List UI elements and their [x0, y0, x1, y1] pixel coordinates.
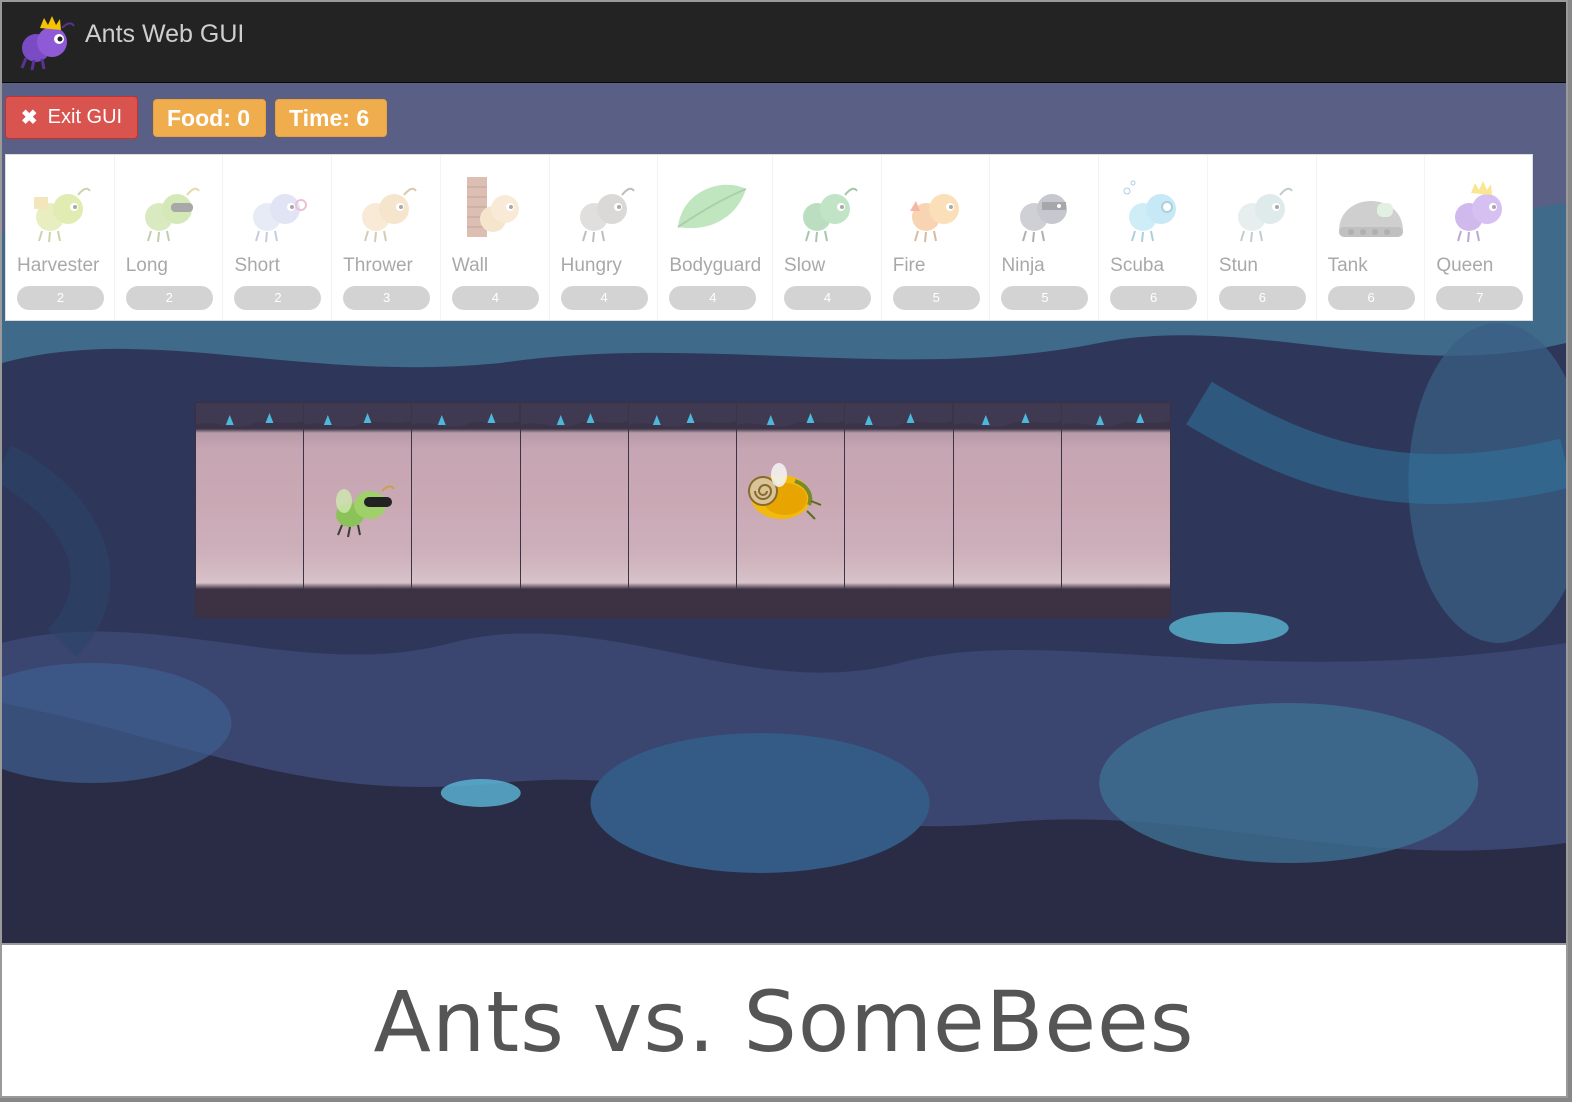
long-thrower-ant-icon	[144, 187, 200, 243]
ant-card-harvester[interactable]: Harvester 2	[6, 155, 115, 320]
ant-name: Queen	[1436, 255, 1494, 276]
ant-card-wall[interactable]: Wall 4	[441, 155, 550, 320]
ant-cost-badge: 3	[343, 286, 431, 310]
tunnel-place[interactable]	[520, 403, 629, 617]
ant-cost-badge: 4	[784, 286, 872, 310]
crystal-ceiling	[196, 403, 304, 427]
ninja-ant-icon	[1020, 194, 1068, 243]
ant-name: Thrower	[343, 255, 413, 276]
ant-name: Ninja	[1001, 255, 1045, 276]
ant-name: Stun	[1218, 255, 1258, 276]
tunnel-place[interactable]	[1061, 403, 1170, 617]
bodyguard-leaf-icon	[677, 184, 747, 229]
ant-card-long[interactable]: Long 2	[115, 155, 224, 320]
caption-title: Ants vs. SomeBees	[373, 973, 1195, 1071]
close-icon: ✖	[20, 107, 38, 129]
ant-card-ninja[interactable]: Ninja 5	[990, 155, 1100, 320]
ant-card-thrower[interactable]: Thrower 3	[332, 155, 441, 320]
crystal-ceiling	[520, 403, 628, 427]
bee-icon[interactable]	[739, 461, 823, 525]
ant-name: Tank	[1327, 255, 1368, 276]
navbar: Ants Web GUI	[2, 2, 1566, 83]
ant-cost-badge: 6	[1327, 286, 1415, 310]
queen-ant-logo-icon[interactable]	[14, 12, 78, 76]
ant-card-stun[interactable]: Stun 6	[1208, 155, 1317, 320]
tunnel-place[interactable]	[845, 403, 954, 617]
crystal-ceiling	[628, 403, 737, 427]
ant-name: Wall	[451, 255, 489, 276]
game-area: ✖ Exit GUI Food: 0 Time: 6 Harvester 2 L…	[2, 83, 1566, 943]
stun-ant-icon	[1237, 187, 1293, 243]
ant-card-tank[interactable]: Tank 6	[1317, 155, 1426, 320]
crystal-ceiling	[737, 403, 845, 427]
ant-card-queen[interactable]: Queen 7	[1425, 155, 1532, 320]
ant-cost-badge: 6	[1110, 286, 1198, 310]
ant-card-scuba[interactable]: Scuba 6	[1099, 155, 1208, 320]
ant-card-hungry[interactable]: Hungry 4	[550, 155, 659, 320]
app-frame: Ants Web GUI ✖ Exit GUI Food: 0 Time: 6	[0, 0, 1568, 1098]
ant-name: Short	[234, 255, 280, 276]
app-title: Ants Web GUI	[85, 20, 245, 48]
ant-cost-badge: 4	[669, 286, 757, 310]
ant-selector-tray: Harvester 2 Long 2 Short 2 Thrower 3 Wal…	[5, 154, 1533, 321]
tunnel-place[interactable]	[628, 403, 738, 617]
ant-cost-badge: 2	[125, 286, 213, 310]
ant-cost-badge: 5	[892, 286, 980, 310]
food-badge: Food: 0	[153, 99, 266, 137]
slow-ant-icon	[803, 187, 858, 243]
ant-cost-badge: 6	[1218, 286, 1306, 310]
ant-card-fire[interactable]: Fire 5	[882, 155, 991, 320]
ant-card-short[interactable]: Short 2	[223, 155, 333, 320]
ant-cost-badge: 2	[234, 286, 322, 310]
caption-panel: Ants vs. SomeBees	[2, 943, 1566, 1096]
ant-card-bodyguard[interactable]: Bodyguard 4	[658, 155, 774, 320]
tunnel	[195, 402, 1171, 618]
ant-name: Long	[125, 255, 168, 276]
scuba-ant-icon	[1123, 180, 1177, 243]
ant-cost-badge: 7	[1436, 286, 1524, 310]
ant-name: Bodyguard	[669, 255, 762, 276]
thrower-ant-icon	[362, 187, 417, 243]
ant-name: Harvester	[17, 255, 100, 276]
short-thrower-ant-icon	[253, 194, 308, 243]
ant-cost-badge: 4	[560, 286, 648, 310]
ant-card-slow[interactable]: Slow 4	[773, 155, 882, 320]
tunnel-place[interactable]	[196, 403, 305, 617]
long-thrower-ant-icon[interactable]	[326, 479, 396, 539]
hungry-ant-icon	[579, 187, 635, 243]
tunnel-place[interactable]	[412, 403, 521, 617]
ant-name: Hungry	[560, 255, 622, 276]
ant-name: Scuba	[1110, 255, 1165, 276]
ant-name: Slow	[784, 255, 826, 276]
exit-gui-button[interactable]: ✖ Exit GUI	[5, 96, 138, 139]
queen-ant-icon	[1455, 181, 1503, 243]
tank-ant-icon	[1338, 201, 1403, 237]
tunnel-place[interactable]	[953, 403, 1062, 617]
ant-cost-badge: 2	[17, 286, 104, 310]
ant-cost-badge: 4	[451, 286, 539, 310]
time-badge: Time: 6	[275, 99, 387, 137]
crystal-ceiling	[412, 403, 520, 427]
ant-cost-badge: 5	[1001, 286, 1089, 310]
harvester-ant-icon	[34, 187, 91, 243]
tunnel-place[interactable]	[304, 403, 413, 617]
crystal-ceiling	[304, 403, 412, 427]
crystal-ceiling	[953, 403, 1061, 427]
fire-ant-icon	[909, 194, 959, 243]
crystal-ceiling	[1061, 403, 1170, 427]
wall-ant-icon	[466, 177, 519, 237]
tunnel-place[interactable]	[737, 403, 846, 617]
exit-gui-label: Exit GUI	[47, 106, 123, 128]
crystal-ceiling	[845, 403, 953, 427]
ant-name: Fire	[892, 255, 926, 276]
